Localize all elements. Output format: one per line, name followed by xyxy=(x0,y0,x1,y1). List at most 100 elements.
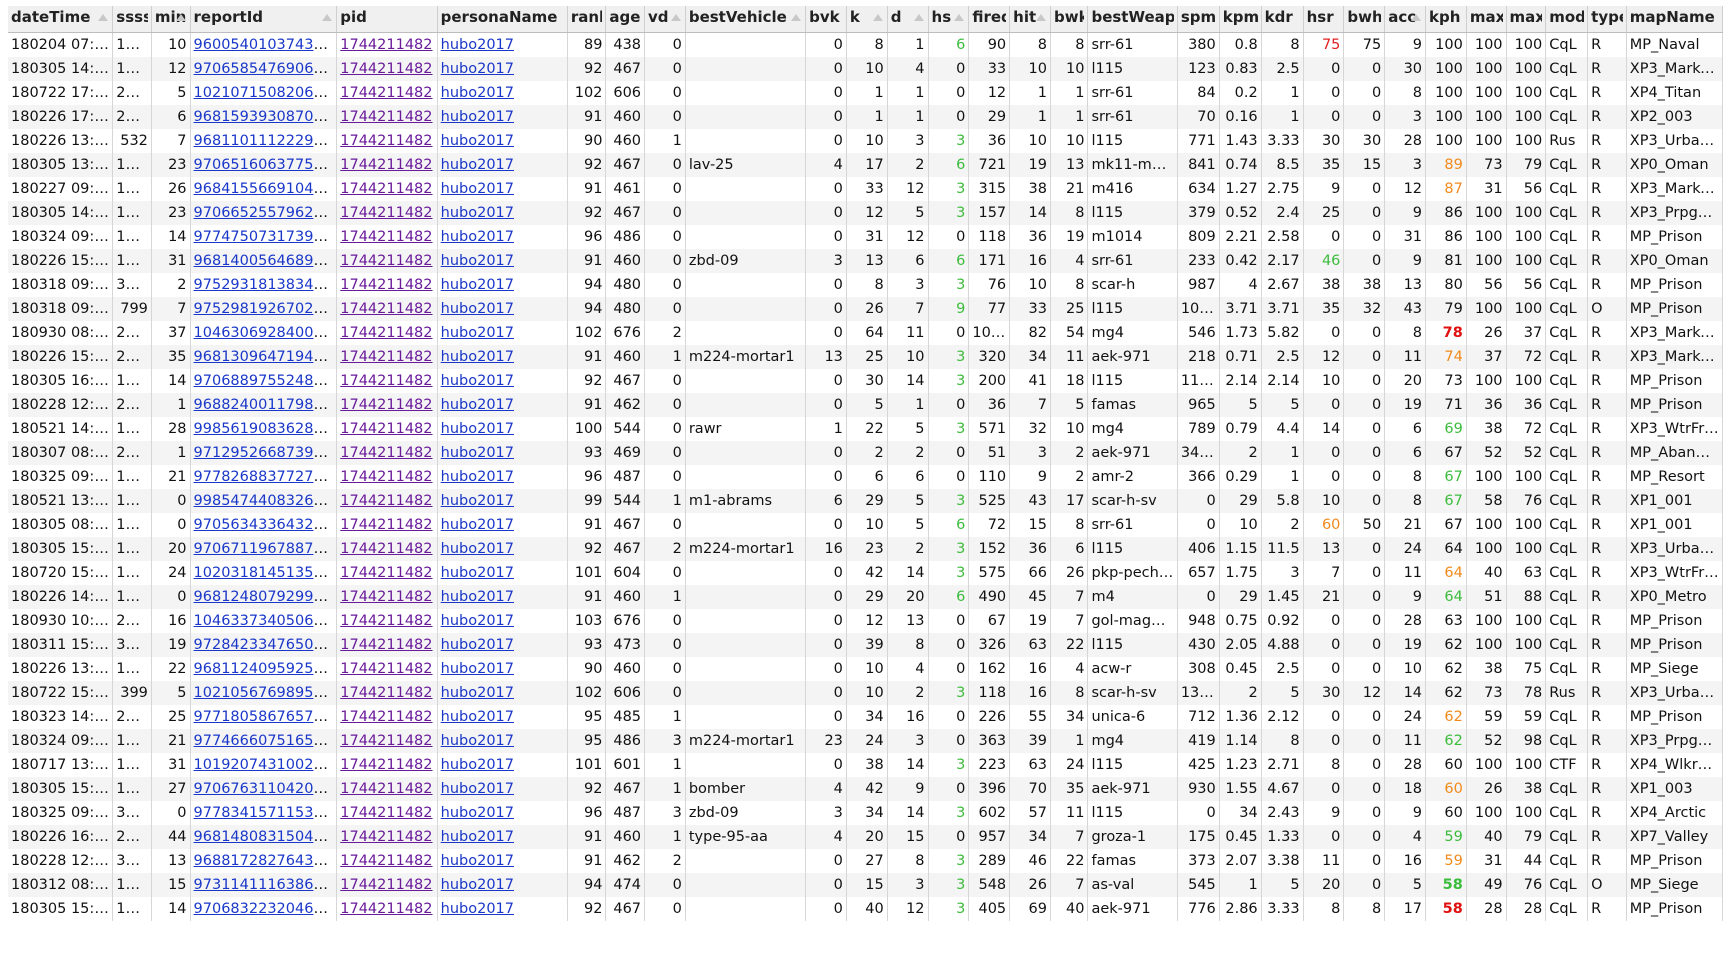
cell-pid[interactable]: 1744211482 xyxy=(336,129,438,153)
personaName-link[interactable]: hubo2017 xyxy=(441,877,514,893)
cell-reportId[interactable]: 96815939308700… xyxy=(190,105,338,129)
pid-link[interactable]: 1744211482 xyxy=(340,493,432,509)
reportId-link[interactable]: 97529819267026… xyxy=(194,301,336,317)
pid-link[interactable]: 1744211482 xyxy=(340,589,432,605)
cell-reportId[interactable]: 97129526687391… xyxy=(190,441,338,465)
reportId-link[interactable]: 97065160637756… xyxy=(194,157,336,173)
cell-reportId[interactable]: 97746660751659… xyxy=(190,729,338,753)
pid-link[interactable]: 1744211482 xyxy=(340,733,432,749)
cell-reportId[interactable]: 97284233476506… xyxy=(190,633,338,657)
personaName-link[interactable]: hubo2017 xyxy=(441,349,514,365)
cell-reportId[interactable]: 96841556691049… xyxy=(190,177,338,201)
cell-pid[interactable]: 1744211482 xyxy=(336,585,438,609)
cell-reportId[interactable]: 97068322320469… xyxy=(190,897,338,921)
cell-reportId[interactable]: 97529819267026… xyxy=(190,297,338,321)
pid-link[interactable]: 1744211482 xyxy=(340,469,432,485)
column-header-personaName[interactable]: personaName xyxy=(437,6,568,33)
reportId-link[interactable]: 97129526687391… xyxy=(194,445,336,461)
table-row[interactable]: 180226 16:21 2633 44 96814808315046… 1744211… xyxy=(8,825,1723,849)
cell-personaName[interactable]: hubo2017 xyxy=(437,489,568,513)
pid-link[interactable]: 1744211482 xyxy=(340,637,432,653)
cell-reportId[interactable]: 97783415711534… xyxy=(190,801,338,825)
cell-personaName[interactable]: hubo2017 xyxy=(437,129,568,153)
cell-reportId[interactable]: 96811240959250… xyxy=(190,657,338,681)
reportId-link[interactable]: 97782688377277… xyxy=(194,469,336,485)
reportId-link[interactable]: 97067119678875… xyxy=(194,541,336,557)
table-row[interactable]: 180226 15:05 2142 35 96813096471944… 1744211… xyxy=(8,345,1723,369)
personaName-link[interactable]: hubo2017 xyxy=(441,829,514,845)
table-row[interactable]: 180204 07:58 1420 10 96005401037434… 1744211… xyxy=(8,32,1723,57)
table-row[interactable]: 180324 09:19 1997 21 97746660751659… 1744211… xyxy=(8,729,1723,753)
personaName-link[interactable]: hubo2017 xyxy=(441,613,514,629)
pid-link[interactable]: 1744211482 xyxy=(340,901,432,917)
cell-personaName[interactable]: hubo2017 xyxy=(437,297,568,321)
column-header-pid[interactable]: pid xyxy=(336,6,438,33)
column-header-hsr[interactable]: hsr xyxy=(1303,6,1345,33)
column-header-kdr[interactable]: kdr xyxy=(1261,6,1304,33)
personaName-link[interactable]: hubo2017 xyxy=(441,637,514,653)
reportId-link[interactable]: 99854744083263… xyxy=(194,493,336,509)
pid-link[interactable]: 1744211482 xyxy=(340,109,432,125)
cell-personaName[interactable]: hubo2017 xyxy=(437,537,568,561)
column-header-hit[interactable]: hit xyxy=(1009,6,1051,33)
cell-reportId[interactable]: 10463373405064… xyxy=(190,609,338,633)
cell-personaName[interactable]: hubo2017 xyxy=(437,777,568,801)
pid-link[interactable]: 1744211482 xyxy=(340,709,432,725)
pid-link[interactable]: 1744211482 xyxy=(340,853,432,869)
cell-personaName[interactable]: hubo2017 xyxy=(437,729,568,753)
cell-reportId[interactable]: 99854744083263… xyxy=(190,489,338,513)
cell-personaName[interactable]: hubo2017 xyxy=(437,201,568,225)
table-row[interactable]: 180305 13:53 1644 23 97065160637756… 1744211… xyxy=(8,153,1723,177)
personaName-link[interactable]: hubo2017 xyxy=(441,397,514,413)
table-row[interactable]: 180228 12:57 2013 1 96882400117980… 17442114… xyxy=(8,393,1723,417)
personaName-link[interactable]: hubo2017 xyxy=(441,493,514,509)
column-header-bestWeapon[interactable]: bestWeapon xyxy=(1087,6,1178,33)
cell-personaName[interactable]: hubo2017 xyxy=(437,81,568,105)
cell-personaName[interactable]: hubo2017 xyxy=(437,249,568,273)
table-row[interactable]: 180930 08:28 2098 37 10463069284008… 1744211… xyxy=(8,321,1723,345)
column-header-bwhs[interactable]: bwhs xyxy=(1343,6,1386,33)
table-row[interactable]: 180325 09:58 3124 0 97783415711534… 17442114… xyxy=(8,801,1723,825)
personaName-link[interactable]: hubo2017 xyxy=(441,205,514,221)
reportId-link[interactable]: 97747507317395… xyxy=(194,229,336,245)
cell-reportId[interactable]: 10210567698958… xyxy=(190,681,338,705)
cell-reportId[interactable]: 97718058676578… xyxy=(190,705,338,729)
pid-link[interactable]: 1744211482 xyxy=(340,229,432,245)
reportId-link[interactable]: 99856190836285… xyxy=(194,421,336,437)
cell-personaName[interactable]: hubo2017 xyxy=(437,849,568,873)
column-header-mod[interactable]: mod xyxy=(1545,6,1589,33)
cell-pid[interactable]: 1744211482 xyxy=(336,273,438,297)
cell-pid[interactable]: 1744211482 xyxy=(336,369,438,393)
pid-link[interactable]: 1744211482 xyxy=(340,805,432,821)
cell-reportId[interactable]: 96882400117980… xyxy=(190,393,338,417)
column-header-rank[interactable]: rank xyxy=(567,6,607,33)
cell-personaName[interactable]: hubo2017 xyxy=(437,105,568,129)
cell-personaName[interactable]: hubo2017 xyxy=(437,225,568,249)
cell-reportId[interactable]: 97782688377277… xyxy=(190,465,338,489)
personaName-link[interactable]: hubo2017 xyxy=(441,277,514,293)
cell-reportId[interactable]: 97529318138344… xyxy=(190,273,338,297)
personaName-link[interactable]: hubo2017 xyxy=(441,733,514,749)
personaName-link[interactable]: hubo2017 xyxy=(441,253,514,269)
column-header-type[interactable]: type xyxy=(1587,6,1627,33)
reportId-link[interactable]: 10210715082061… xyxy=(194,85,336,101)
reportId-link[interactable]: 97783415711534… xyxy=(194,805,336,821)
cell-reportId[interactable]: 96814808315046… xyxy=(190,825,338,849)
cell-reportId[interactable]: 97311411163864… xyxy=(190,873,338,897)
personaName-link[interactable]: hubo2017 xyxy=(441,685,514,701)
cell-pid[interactable]: 1744211482 xyxy=(336,465,438,489)
reportId-link[interactable]: 96812480792996… xyxy=(194,589,336,605)
cell-personaName[interactable]: hubo2017 xyxy=(437,897,568,921)
reportId-link[interactable]: 97067631104203… xyxy=(194,781,336,797)
sort-arrow-icon[interactable] xyxy=(954,14,965,21)
personaName-link[interactable]: hubo2017 xyxy=(441,661,514,677)
reportId-link[interactable]: 10192074310029… xyxy=(194,757,336,773)
sort-arrow-icon[interactable] xyxy=(791,14,802,21)
cell-personaName[interactable]: hubo2017 xyxy=(437,657,568,681)
cell-reportId[interactable]: 97067119678875… xyxy=(190,537,338,561)
column-header-min[interactable]: min xyxy=(151,6,191,33)
personaName-link[interactable]: hubo2017 xyxy=(441,421,514,437)
pid-link[interactable]: 1744211482 xyxy=(340,205,432,221)
cell-pid[interactable]: 1744211482 xyxy=(336,393,438,417)
reportId-link[interactable]: 96811011122296… xyxy=(194,133,336,149)
